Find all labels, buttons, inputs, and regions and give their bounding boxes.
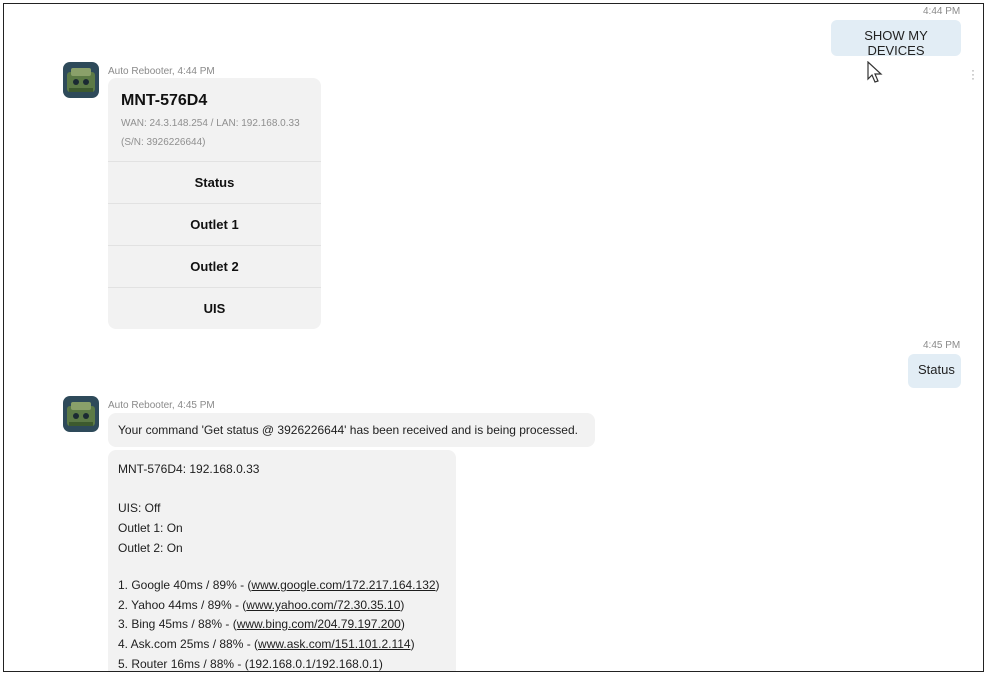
ack-message: Your command 'Get status @ 3926226644' h… (108, 413, 595, 447)
ping-label: 1. Google 40ms / 89% - ( (118, 578, 252, 592)
ping-link[interactable]: www.google.com/172.217.164.132 (251, 578, 435, 592)
status-message: Status (908, 354, 961, 388)
ping-link[interactable]: www.ask.com/151.101.2.114 (258, 637, 411, 651)
device-wan-lan: WAN: 24.3.148.254 / LAN: 192.168.0.33 (121, 118, 300, 129)
outlet-2-status: Outlet 2: On (118, 541, 183, 555)
device-name: MNT-576D4 (121, 92, 208, 109)
ping-suffix: ) (400, 598, 405, 612)
ping-suffix: ) (435, 578, 440, 592)
show-my-devices-message: SHOW MY DEVICES (831, 20, 961, 58)
ping-link[interactable]: www.yahoo.com/72.30.35.10 (246, 598, 400, 612)
outlet-1-status: Outlet 1: On (118, 521, 183, 535)
ping-label: 4. Ask.com 25ms / 88% - ( (118, 637, 259, 651)
ping-line: 3. Bing 45ms / 88% - (www.bing.com/204.7… (118, 617, 405, 631)
uis-button[interactable]: UIS (108, 287, 321, 329)
outlet-2-button[interactable]: Outlet 2 (108, 245, 321, 287)
robot-device-icon (63, 62, 99, 98)
bot-avatar (63, 62, 99, 98)
user-message-timestamp: 4:45 PM (923, 340, 961, 351)
ping-line: 5. Router 16ms / 88% - (192.168.0.1/192.… (118, 657, 383, 671)
more-vertical-icon[interactable]: · · · (971, 64, 975, 84)
chat-window: 4:44 PM SHOW MY DEVICES · · · Auto Reboote… (3, 3, 984, 672)
bot-sender-label: Auto Rebooter, 4:45 PM (108, 400, 215, 411)
bot-sender-label: Auto Rebooter, 4:44 PM (108, 66, 215, 77)
bot-avatar (63, 396, 99, 432)
ping-line: 2. Yahoo 44ms / 89% - (www.yahoo.com/72.… (118, 598, 404, 612)
user-message-timestamp: 4:44 PM (923, 6, 961, 17)
ping-suffix: ) (400, 617, 405, 631)
robot-device-icon (63, 396, 99, 432)
ping-label: 5. Router 16ms / 88% - (192.168.0.1/192.… (118, 657, 383, 671)
ping-link[interactable]: www.bing.com/204.79.197.200 (237, 617, 401, 631)
ping-line: 1. Google 40ms / 89% - (www.google.com/1… (118, 578, 440, 592)
ack-text: Your command 'Get status @ 3926226644' h… (118, 423, 578, 437)
device-card: MNT-576D4 WAN: 24.3.148.254 / LAN: 192.1… (108, 78, 321, 329)
ping-label: 3. Bing 45ms / 88% - ( (118, 617, 237, 631)
status-button[interactable]: Status (108, 161, 321, 203)
ping-suffix: ) (410, 637, 415, 651)
uis-status: UIS: Off (118, 501, 161, 515)
mouse-pointer-icon (867, 61, 883, 83)
status-report-message: MNT-576D4: 192.168.0.33 UIS: Off Outlet … (108, 450, 456, 671)
device-status-line: MNT-576D4: 192.168.0.33 (118, 462, 260, 476)
device-serial: (S/N: 3926226644) (121, 137, 206, 148)
ping-line: 4. Ask.com 25ms / 88% - (www.ask.com/151… (118, 637, 415, 651)
ping-label: 2. Yahoo 44ms / 89% - ( (118, 598, 247, 612)
outlet-1-button[interactable]: Outlet 1 (108, 203, 321, 245)
